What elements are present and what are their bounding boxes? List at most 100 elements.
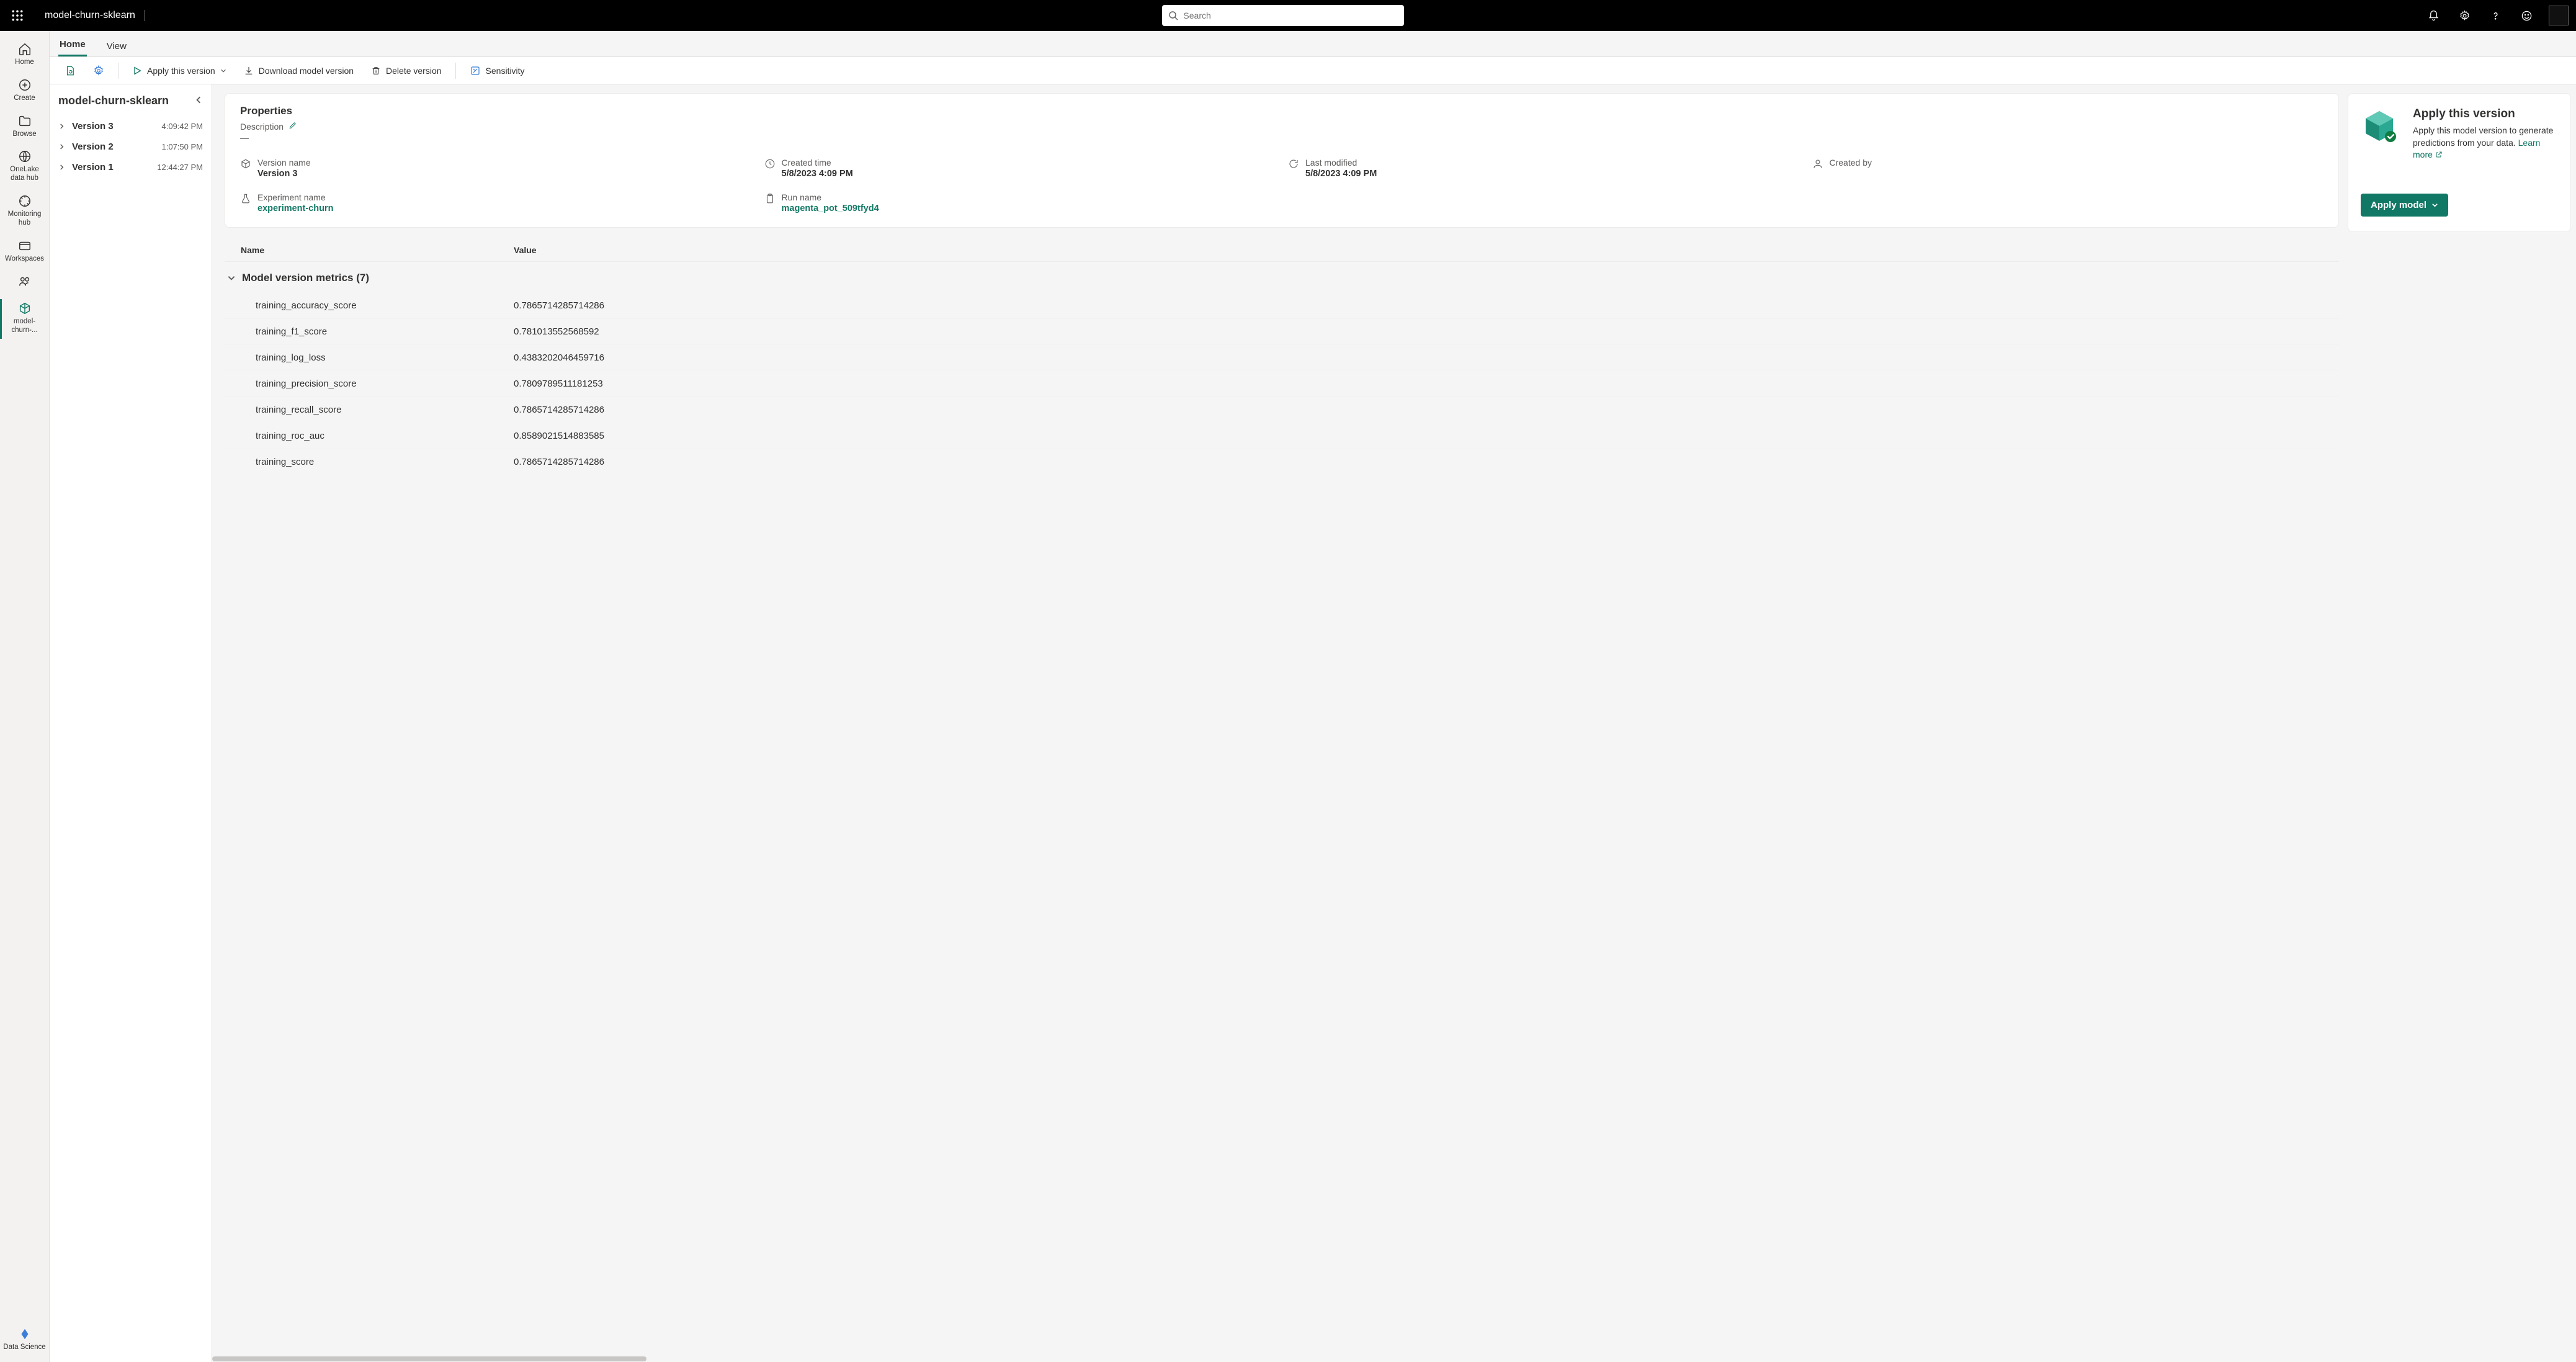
metric-name: training_f1_score xyxy=(241,326,514,337)
toolbar-label: Download model version xyxy=(259,66,354,76)
nav-browse[interactable]: Browse xyxy=(3,109,47,145)
nav-label: model-churn-... xyxy=(3,318,47,335)
metric-value: 0.8589021514883585 xyxy=(514,431,604,441)
apply-card-title: Apply this version xyxy=(2413,107,2558,121)
chevron-down-icon xyxy=(220,68,226,74)
nav-label: Home xyxy=(15,58,34,67)
version-time: 12:44:27 PM xyxy=(157,163,203,172)
nav-create[interactable]: Create xyxy=(3,73,47,109)
gear-icon xyxy=(93,65,104,76)
version-name: Version 3 xyxy=(72,121,162,132)
metric-name: training_score xyxy=(241,457,514,467)
app-launcher-button[interactable] xyxy=(5,3,30,28)
apply-card-desc: Apply this model version to generate pre… xyxy=(2413,125,2558,161)
nav-onelake[interactable]: OneLake data hub xyxy=(3,145,47,189)
user-avatar[interactable] xyxy=(2549,6,2569,25)
nav-monitoring[interactable]: Monitoring hub xyxy=(3,189,47,234)
prop-label: Created by xyxy=(1830,158,1872,168)
nav-label: Create xyxy=(14,94,35,103)
monitor-icon xyxy=(18,194,32,208)
collapse-panel-button[interactable] xyxy=(194,96,203,106)
metrics-table: Name Value Model version metrics (7) tra… xyxy=(225,239,2339,475)
metric-row: training_recall_score0.7865714285714286 xyxy=(225,397,2339,423)
nav-label: Workspaces xyxy=(5,255,44,264)
gear-icon xyxy=(2459,10,2471,22)
bell-icon xyxy=(2428,10,2440,22)
version-list-item[interactable]: Version 112:44:27 PM xyxy=(56,157,205,177)
delete-version-button[interactable]: Delete version xyxy=(365,62,448,79)
version-name-value: Version 3 xyxy=(257,169,311,179)
metric-row: training_roc_auc0.8589021514883585 xyxy=(225,423,2339,449)
apply-model-button[interactable]: Apply model xyxy=(2361,194,2448,217)
metric-row: training_f1_score0.781013552568592 xyxy=(225,319,2339,345)
chevron-down-icon xyxy=(227,274,236,282)
last-modified-value: 5/8/2023 4:09 PM xyxy=(1305,169,1377,179)
description-value: — xyxy=(240,133,2323,143)
page-tabs: Home View xyxy=(50,31,2576,57)
people-icon xyxy=(18,274,32,288)
version-time: 4:09:42 PM xyxy=(162,122,203,131)
settings-toolbar-button[interactable] xyxy=(87,61,110,80)
version-name: Version 2 xyxy=(72,141,162,152)
description-label: Description xyxy=(240,122,284,132)
version-list-item[interactable]: Version 34:09:42 PM xyxy=(56,116,205,137)
top-app-bar: model-churn-sklearn xyxy=(0,0,2576,31)
search-box[interactable] xyxy=(1162,5,1404,26)
prop-label: Run name xyxy=(782,192,879,202)
nav-workspaces[interactable]: Workspaces xyxy=(3,234,47,270)
notifications-button[interactable] xyxy=(2422,4,2444,27)
external-link-icon xyxy=(2435,151,2443,158)
toolbar-label: Delete version xyxy=(386,66,442,76)
version-list-item[interactable]: Version 21:07:50 PM xyxy=(56,137,205,157)
version-panel-title: model-churn-sklearn xyxy=(58,94,169,107)
metrics-group-toggle[interactable]: Model version metrics (7) xyxy=(225,262,2339,293)
run-name-link[interactable]: magenta_pot_509tfyd4 xyxy=(782,204,879,213)
nav-label: Monitoring hub xyxy=(3,210,47,228)
pencil-icon xyxy=(288,121,297,130)
settings-button[interactable] xyxy=(2453,4,2475,27)
folder-icon xyxy=(18,114,32,128)
toolbar-separator xyxy=(118,63,119,79)
chevron-right-icon xyxy=(58,142,68,152)
metric-value: 0.781013552568592 xyxy=(514,326,599,337)
metric-value: 0.7865714285714286 xyxy=(514,457,604,467)
horizontal-scrollbar[interactable] xyxy=(212,1356,2571,1362)
refresh-button[interactable] xyxy=(58,61,82,80)
globe-icon xyxy=(18,150,32,163)
play-icon xyxy=(132,66,142,76)
properties-title: Properties xyxy=(240,105,2323,117)
nav-data-science[interactable]: Data Science xyxy=(3,1322,47,1358)
metric-row: training_precision_score0.78097895111812… xyxy=(225,371,2339,397)
download-model-button[interactable]: Download model version xyxy=(238,62,360,79)
toolbar-label: Apply this version xyxy=(147,66,215,76)
nav-people[interactable] xyxy=(3,269,47,297)
feedback-button[interactable] xyxy=(2515,4,2538,27)
chevron-down-icon xyxy=(2431,202,2438,208)
metric-row: training_log_loss0.4383202046459716 xyxy=(225,345,2339,371)
clipboard-icon xyxy=(764,193,776,204)
file-refresh-icon xyxy=(65,65,76,76)
properties-card: Properties Description — Version name xyxy=(225,93,2339,228)
metric-row: training_score0.7865714285714286 xyxy=(225,449,2339,475)
cube-icon xyxy=(18,302,32,315)
tab-view[interactable]: View xyxy=(105,36,128,56)
nav-model-churn[interactable]: model-churn-... xyxy=(3,297,47,341)
nav-label: Browse xyxy=(12,130,36,139)
experiment-name-link[interactable]: experiment-churn xyxy=(257,204,333,213)
help-button[interactable] xyxy=(2484,4,2507,27)
workspaces-icon xyxy=(18,239,32,253)
edit-description-button[interactable] xyxy=(288,121,297,132)
col-header-value: Value xyxy=(514,245,537,255)
apply-version-button[interactable]: Apply this version xyxy=(126,62,233,79)
home-icon xyxy=(18,42,32,56)
sensitivity-button[interactable]: Sensitivity xyxy=(463,61,531,80)
nav-home[interactable]: Home xyxy=(3,37,47,73)
metric-value: 0.4383202046459716 xyxy=(514,352,604,363)
metric-name: training_precision_score xyxy=(241,379,514,389)
smiley-icon xyxy=(2521,10,2533,22)
nav-label: Data Science xyxy=(3,1343,45,1352)
search-input[interactable] xyxy=(1183,11,1398,20)
data-science-icon xyxy=(18,1327,32,1341)
tab-home[interactable]: Home xyxy=(58,34,87,56)
model-name-title: model-churn-sklearn xyxy=(45,10,145,21)
